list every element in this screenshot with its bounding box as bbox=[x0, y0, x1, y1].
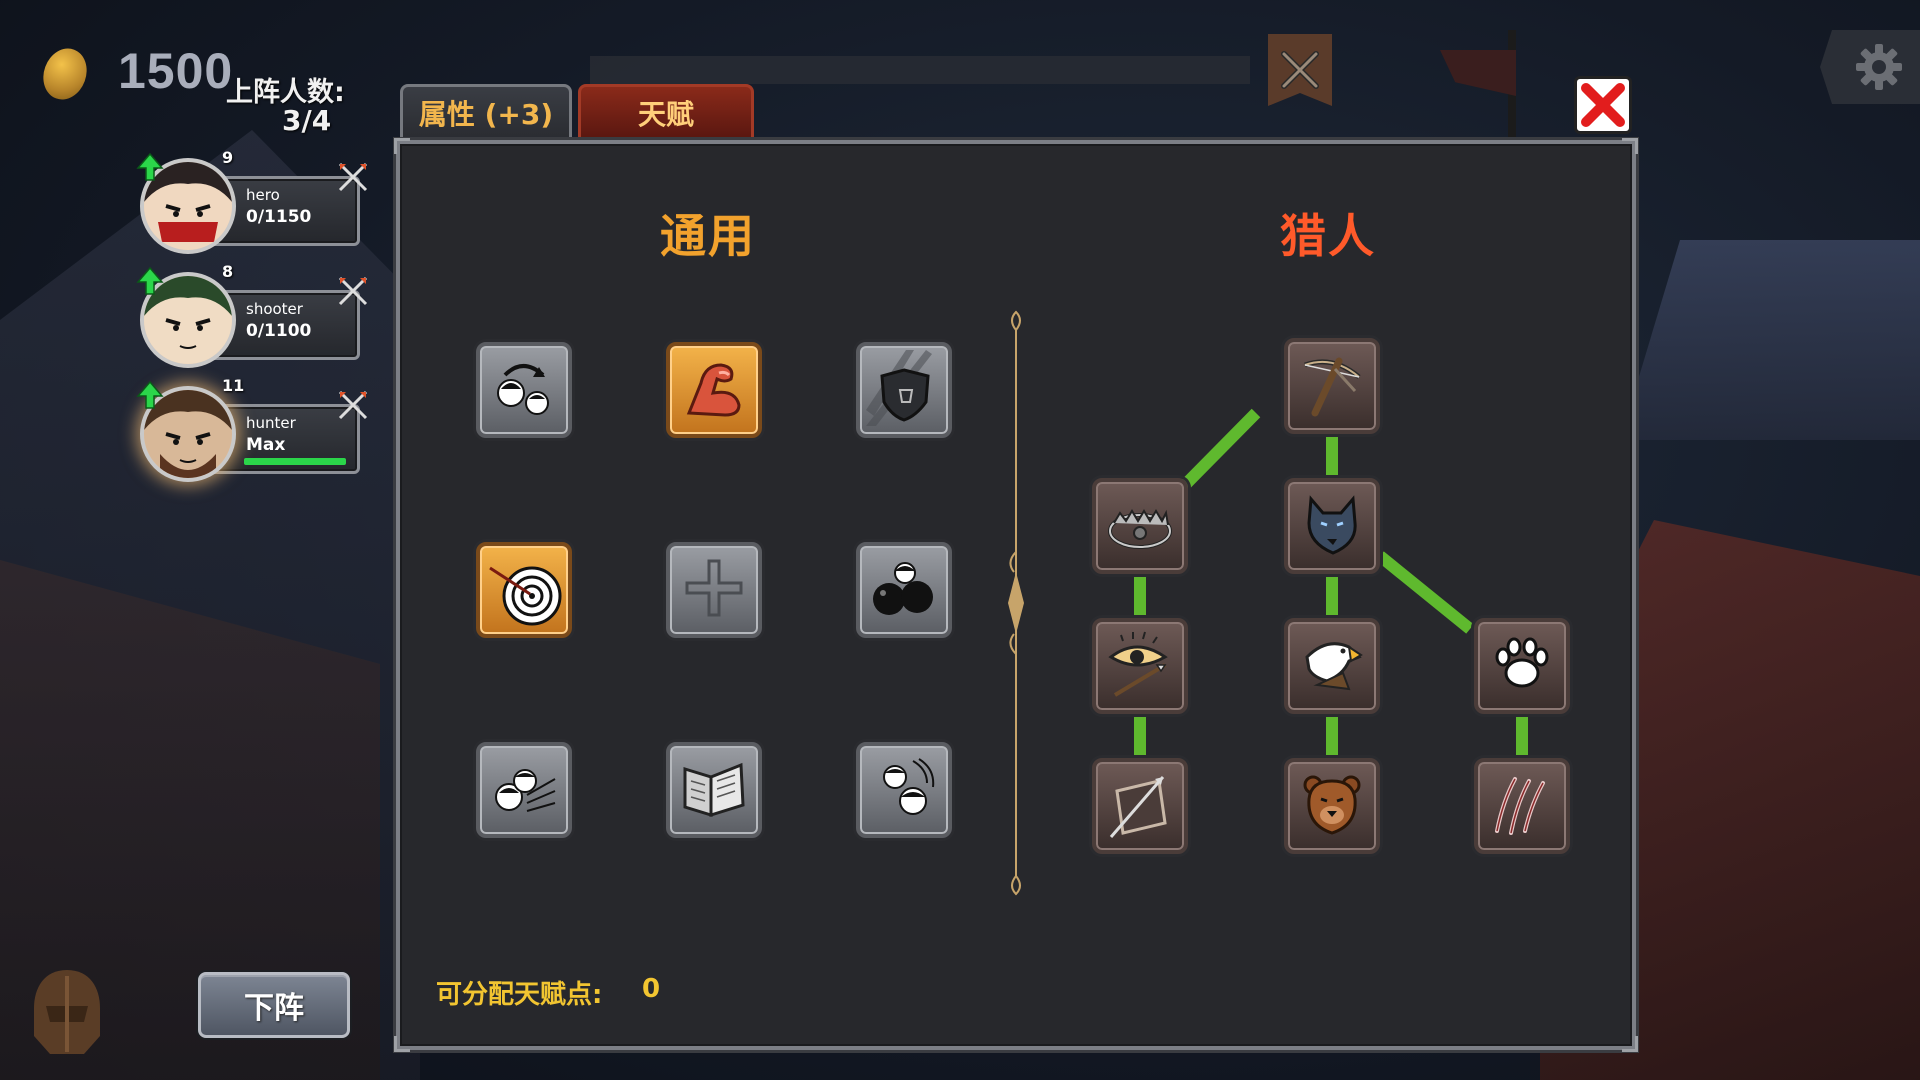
dodge-icon bbox=[867, 751, 941, 829]
guild-emblem-icon[interactable] bbox=[26, 966, 108, 1058]
hero-exp: 0/1150 bbox=[246, 207, 312, 227]
hunter-talent-slot[interactable] bbox=[1284, 758, 1380, 854]
coin-amount: 1500 bbox=[118, 43, 234, 99]
talent-points-label: 可分配天赋点: bbox=[436, 980, 603, 1010]
crossed-swords-icon bbox=[1281, 51, 1319, 89]
hero-name: hero bbox=[246, 186, 280, 204]
tab-attributes[interactable]: 属性 (+3) bbox=[400, 84, 572, 138]
eagle-icon bbox=[1297, 629, 1367, 703]
general-talent-slot[interactable] bbox=[666, 342, 762, 438]
crossed-swords-banner-icon[interactable] bbox=[1268, 34, 1332, 106]
hero-exp: Max bbox=[246, 435, 286, 455]
top-banner bbox=[590, 56, 1250, 84]
general-talent-slot[interactable] bbox=[476, 342, 572, 438]
general-talent-slot[interactable] bbox=[856, 742, 952, 838]
background-flag bbox=[1440, 50, 1516, 96]
panel-corner bbox=[394, 138, 410, 154]
eagle-eye-arrow-icon bbox=[1103, 627, 1177, 705]
general-talent-slot[interactable] bbox=[856, 542, 952, 638]
hunter-talent-slot[interactable] bbox=[1284, 618, 1380, 714]
hunter-talent-slot[interactable] bbox=[1474, 618, 1570, 714]
ornamental-divider bbox=[1008, 310, 1024, 896]
talent-panel: 通用 猎人 可分配天赋点: 0 bbox=[394, 138, 1638, 1052]
hero-level: 8 bbox=[222, 262, 234, 281]
remove-from-lineup-button[interactable]: 下阵 bbox=[198, 972, 350, 1038]
tab-talent[interactable]: 天赋 bbox=[578, 84, 754, 138]
panel-corner bbox=[394, 1036, 410, 1052]
hunter-talents-title: 猎人 bbox=[1280, 209, 1376, 263]
bear-icon bbox=[1297, 769, 1367, 843]
level-up-arrow-icon[interactable] bbox=[136, 266, 164, 296]
hero-level: 9 bbox=[222, 148, 234, 167]
hunter-talent-slot[interactable] bbox=[1474, 758, 1570, 854]
level-up-arrow-icon[interactable] bbox=[136, 380, 164, 410]
hunter-talent-slot[interactable] bbox=[1092, 478, 1188, 574]
hero-card[interactable]: 11 hunter Max bbox=[136, 376, 368, 486]
talent-points-value: 0 bbox=[642, 974, 661, 1004]
hero-exp-bar bbox=[244, 458, 346, 465]
target-icon bbox=[486, 550, 562, 630]
claw-icon bbox=[1485, 767, 1559, 845]
settings-button[interactable] bbox=[1820, 30, 1920, 104]
hunter-talent-slot[interactable] bbox=[1092, 618, 1188, 714]
quiver-icon bbox=[1103, 767, 1177, 845]
close-button[interactable] bbox=[1574, 76, 1632, 134]
swap-heroes-icon bbox=[489, 353, 559, 427]
plus-icon bbox=[679, 553, 749, 627]
general-talents-title: 通用 bbox=[660, 209, 756, 263]
crossed-swords-icon bbox=[338, 390, 368, 420]
coin-icon bbox=[36, 42, 94, 106]
hero-level: 11 bbox=[222, 376, 245, 395]
hunter-talent-slot[interactable] bbox=[1284, 338, 1380, 434]
lineup-count: 3/4 bbox=[282, 104, 332, 137]
general-talent-slot[interactable] bbox=[856, 342, 952, 438]
hero-exp: 0/1100 bbox=[246, 321, 312, 341]
hunter-talent-slot[interactable] bbox=[1284, 478, 1380, 574]
panel-corner bbox=[1622, 1036, 1638, 1052]
hunter-talent-slot[interactable] bbox=[1092, 758, 1188, 854]
bear-trap-icon bbox=[1102, 489, 1178, 563]
crossbow-icon bbox=[1295, 347, 1369, 425]
paw-icon bbox=[1487, 629, 1557, 703]
level-up-arrow-icon[interactable] bbox=[136, 152, 164, 182]
crossed-swords-icon bbox=[338, 276, 368, 306]
gear-icon bbox=[1856, 44, 1902, 90]
heavy-balls-icon bbox=[867, 551, 941, 629]
hero-exp-fill bbox=[244, 458, 346, 465]
background-flagpole bbox=[1508, 30, 1516, 140]
hero-name: shooter bbox=[246, 300, 303, 318]
general-talent-slot[interactable] bbox=[476, 742, 572, 838]
crossed-swords-icon bbox=[338, 162, 368, 192]
wolf-icon bbox=[1297, 489, 1367, 563]
general-talent-slot[interactable] bbox=[476, 542, 572, 638]
panel-corner bbox=[1622, 138, 1638, 154]
general-talent-slot[interactable] bbox=[666, 742, 762, 838]
background-roof bbox=[1620, 240, 1920, 440]
hero-card[interactable]: 9 hero 0/1150 bbox=[136, 148, 368, 258]
helmet-icon bbox=[34, 970, 100, 1054]
strength-arm-icon bbox=[679, 353, 749, 427]
hero-name: hunter bbox=[246, 414, 296, 432]
book-icon bbox=[677, 751, 751, 829]
arrow-volley-icon bbox=[487, 751, 561, 829]
hero-card[interactable]: 8 shooter 0/1100 bbox=[136, 262, 368, 372]
general-talent-slot[interactable] bbox=[666, 542, 762, 638]
close-icon bbox=[1581, 83, 1625, 127]
shield-icon bbox=[866, 350, 942, 430]
